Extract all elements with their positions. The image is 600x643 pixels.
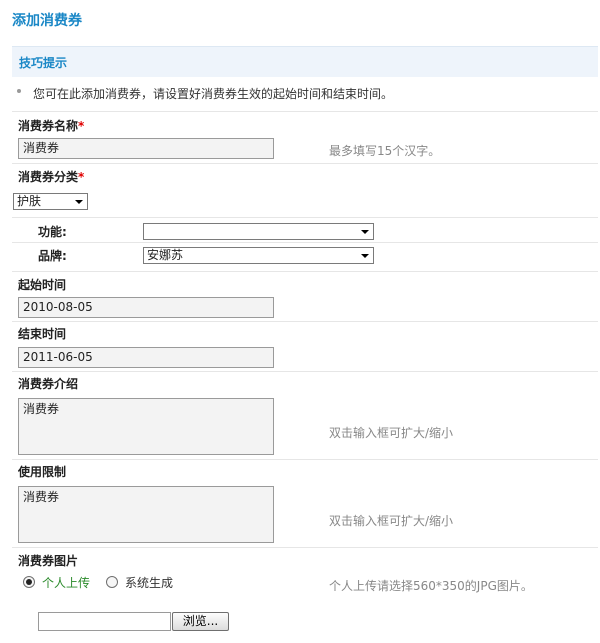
name-label: 消费券名称*: [18, 119, 85, 133]
upload-option-label[interactable]: 个人上传: [42, 574, 90, 591]
browse-button[interactable]: 浏览...: [172, 612, 229, 631]
page-title: 添加消费券: [12, 13, 82, 29]
file-path-input[interactable]: [38, 612, 171, 631]
image-label: 消费券图片: [18, 554, 79, 568]
name-hint: 最多填写15个汉字。: [329, 144, 441, 158]
limits-textarea[interactable]: 消费券: [18, 486, 274, 543]
required-mark: *: [78, 170, 85, 184]
intro-textarea[interactable]: 消费券: [18, 398, 274, 455]
divider: [12, 547, 598, 548]
brand-label: 品牌:: [38, 249, 67, 263]
limits-hint: 双击输入框可扩大/缩小: [329, 514, 454, 528]
divider: [12, 321, 598, 322]
divider: [12, 371, 598, 372]
end-time-input[interactable]: 2011-06-05: [18, 347, 274, 368]
start-time-label: 起始时间: [18, 278, 67, 292]
limits-label: 使用限制: [18, 465, 67, 479]
required-mark: *: [78, 119, 85, 133]
tips-text: 您可在此添加消费券，请设置好消费券生效的起始时间和结束时间。: [33, 87, 394, 101]
upload-radio[interactable]: [23, 576, 35, 588]
end-time-label: 结束时间: [18, 327, 67, 341]
generate-radio[interactable]: [106, 576, 118, 588]
tips-panel: [12, 46, 598, 77]
function-label: 功能:: [38, 225, 67, 239]
start-time-input[interactable]: 2010-08-05: [18, 297, 274, 318]
intro-hint: 双击输入框可扩大/缩小: [329, 426, 454, 440]
intro-label: 消费券介绍: [18, 377, 79, 391]
divider: [12, 163, 598, 164]
divider: [12, 111, 598, 112]
divider: [12, 271, 598, 272]
function-select[interactable]: [143, 223, 374, 240]
category-select[interactable]: 护肤: [13, 193, 88, 210]
divider: [12, 217, 598, 218]
chevron-down-icon: [75, 200, 83, 204]
image-hint: 个人上传请选择560*350的JPG图片。: [329, 579, 533, 593]
category-label: 消费券分类*: [18, 170, 85, 184]
generate-option-label[interactable]: 系统生成: [125, 574, 173, 591]
divider: [12, 242, 598, 243]
bullet-icon: [17, 89, 21, 93]
divider: [12, 459, 598, 460]
tips-title: 技巧提示: [19, 56, 68, 70]
chevron-down-icon: [361, 254, 369, 258]
name-input[interactable]: 消费券: [18, 138, 274, 159]
chevron-down-icon: [361, 230, 369, 234]
brand-select[interactable]: 安娜苏: [143, 247, 374, 264]
